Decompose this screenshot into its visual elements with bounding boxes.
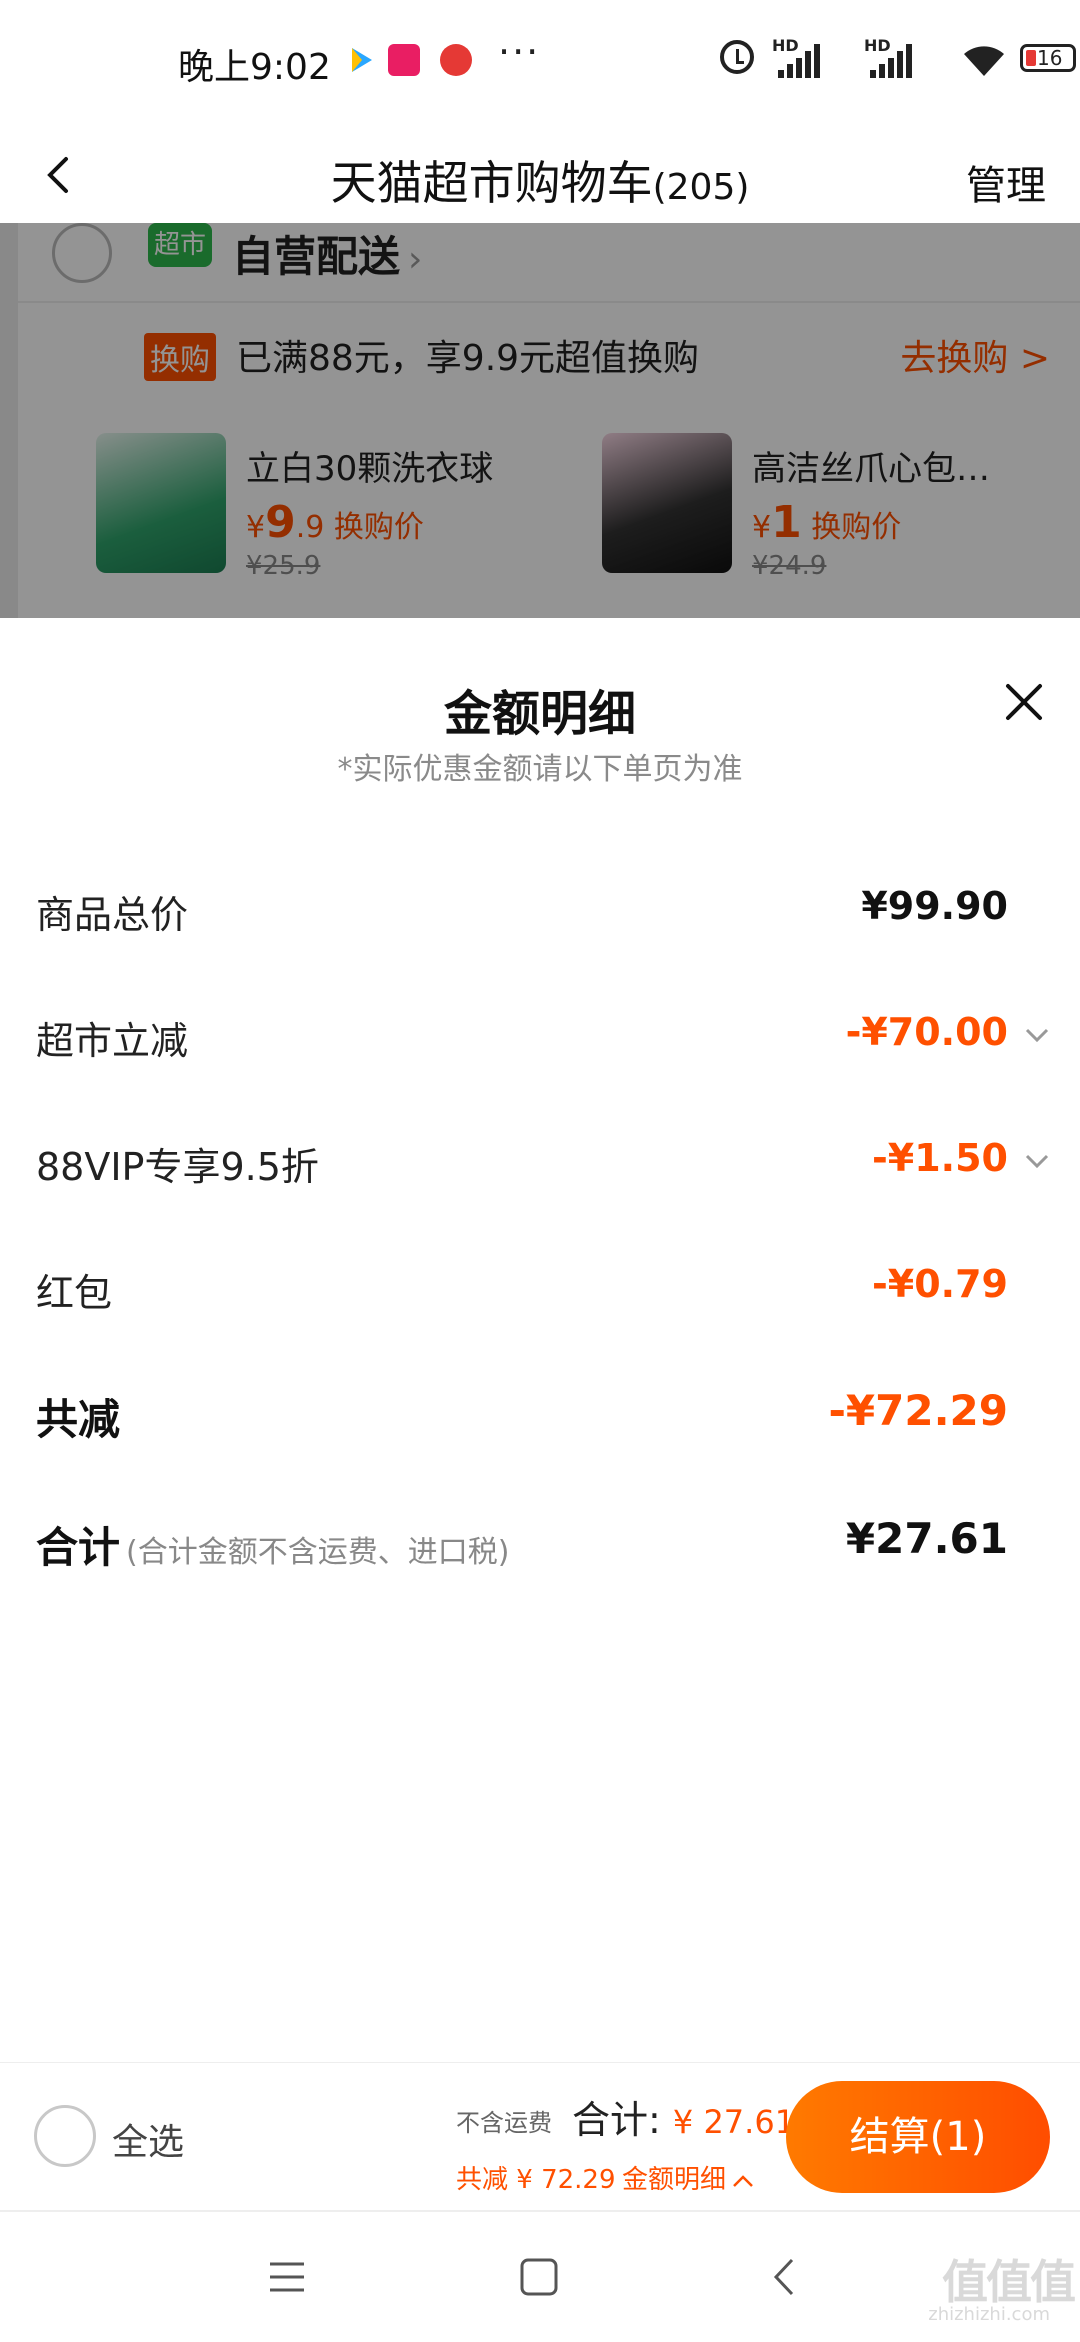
row-value: ¥27.61 bbox=[845, 1514, 1008, 1563]
sheet-subtitle: *实际优惠金额请以下单页为准 bbox=[337, 752, 743, 787]
vip-app-icon bbox=[388, 44, 420, 76]
status-time: 晚上9:02 bbox=[178, 47, 331, 88]
row-label: 红包 bbox=[36, 1271, 113, 1315]
chevron-down-icon[interactable] bbox=[1022, 1146, 1052, 1176]
row-88vip-discount[interactable]: 88VIP专享9.5折 -¥1.50 bbox=[36, 1136, 1049, 1196]
total-label: 合计: bbox=[572, 2098, 661, 2142]
menu-icon[interactable] bbox=[262, 2252, 312, 2302]
total-amount: ¥ 27.61 bbox=[672, 2103, 796, 2141]
row-value: ¥99.90 bbox=[861, 884, 1008, 928]
cart-count: (205) bbox=[652, 167, 750, 208]
checkout-button[interactable]: 结算(1) bbox=[786, 2081, 1050, 2193]
close-icon bbox=[1006, 684, 1042, 720]
page-title-text: 天猫超市购物车 bbox=[330, 156, 653, 210]
more-notifications-icon: ··· bbox=[498, 30, 541, 74]
sheet-title: 金额明细 bbox=[443, 686, 636, 742]
top-header: 天猫超市购物车(205) 管理 bbox=[0, 125, 1080, 223]
checkout-bar: 全选 不含运费 合计: ¥ 27.61 共减 ¥ 72.29 金额明细 结算(1… bbox=[0, 2062, 1080, 2211]
chevron-up-icon bbox=[733, 2175, 753, 2187]
row-label: 商品总价 bbox=[36, 893, 189, 937]
row-grand-total: 合计 (合计金额不含运费、进口税) ¥27.61 bbox=[36, 1514, 1044, 1574]
manage-button[interactable]: 管理 bbox=[966, 153, 1046, 211]
chevron-down-icon[interactable] bbox=[1022, 1020, 1052, 1050]
watermark: 值值值 bbox=[942, 2255, 1076, 2309]
row-label: 共减 bbox=[36, 1395, 121, 1444]
play-store-icon bbox=[344, 44, 376, 76]
row-total-saved: 共减 -¥72.29 bbox=[36, 1386, 1044, 1446]
zhi-app-icon bbox=[440, 44, 472, 76]
back-nav-icon[interactable] bbox=[760, 2252, 810, 2302]
status-bar: 晚上9:02 ··· HD HD 16 bbox=[0, 0, 1080, 125]
row-label: 超市立减 bbox=[36, 1019, 189, 1063]
row-value: -¥70.00 bbox=[845, 1010, 1008, 1054]
row-goods-total: 商品总价 ¥99.90 bbox=[36, 884, 1044, 944]
close-button[interactable] bbox=[1000, 678, 1048, 726]
amount-detail-link[interactable]: 金额明细 bbox=[622, 2159, 754, 2196]
row-label: 88VIP专享9.5折 bbox=[36, 1145, 319, 1189]
page-title: 天猫超市购物车(205) bbox=[0, 147, 1080, 213]
modal-overlay[interactable] bbox=[0, 223, 1080, 618]
saved-amount: 共减 ¥ 72.29 bbox=[456, 2165, 616, 2195]
row-label-text: 合计 bbox=[36, 1523, 121, 1572]
signal-icon-2 bbox=[870, 44, 912, 78]
row-value: -¥72.29 bbox=[828, 1386, 1008, 1435]
row-value: -¥1.50 bbox=[872, 1136, 1008, 1180]
status-icons: HD HD 16 bbox=[720, 36, 1080, 86]
amount-detail-sheet: 金额明细 *实际优惠金额请以下单页为准 商品总价 ¥99.90 超市立减 -¥7… bbox=[0, 618, 1080, 2062]
no-shipping-note: 不含运费 bbox=[456, 2109, 552, 2137]
battery-icon: 16 bbox=[1020, 44, 1076, 72]
row-note: (合计金额不含运费、进口税) bbox=[126, 1535, 510, 1570]
signal-icon-1 bbox=[778, 44, 820, 78]
alarm-icon bbox=[720, 40, 754, 74]
watermark-url: zhizhizhi.com bbox=[928, 2304, 1050, 2325]
select-all-label[interactable]: 全选 bbox=[112, 2113, 184, 2165]
system-nav-bar bbox=[0, 2210, 1080, 2342]
row-supermarket-discount[interactable]: 超市立减 -¥70.00 bbox=[36, 1010, 1049, 1070]
select-all-radio[interactable] bbox=[34, 2105, 96, 2167]
home-icon[interactable] bbox=[514, 2252, 564, 2302]
battery-level: 16 bbox=[1037, 46, 1063, 70]
row-value: -¥0.79 bbox=[872, 1262, 1008, 1306]
detail-link-text: 金额明细 bbox=[622, 2165, 727, 2195]
total-price: 合计: ¥ 27.61 bbox=[572, 2089, 795, 2144]
wifi-icon bbox=[962, 42, 1006, 78]
row-label: 合计 (合计金额不含运费、进口税) bbox=[36, 1514, 509, 1575]
row-red-packet: 红包 -¥0.79 bbox=[36, 1262, 1044, 1322]
